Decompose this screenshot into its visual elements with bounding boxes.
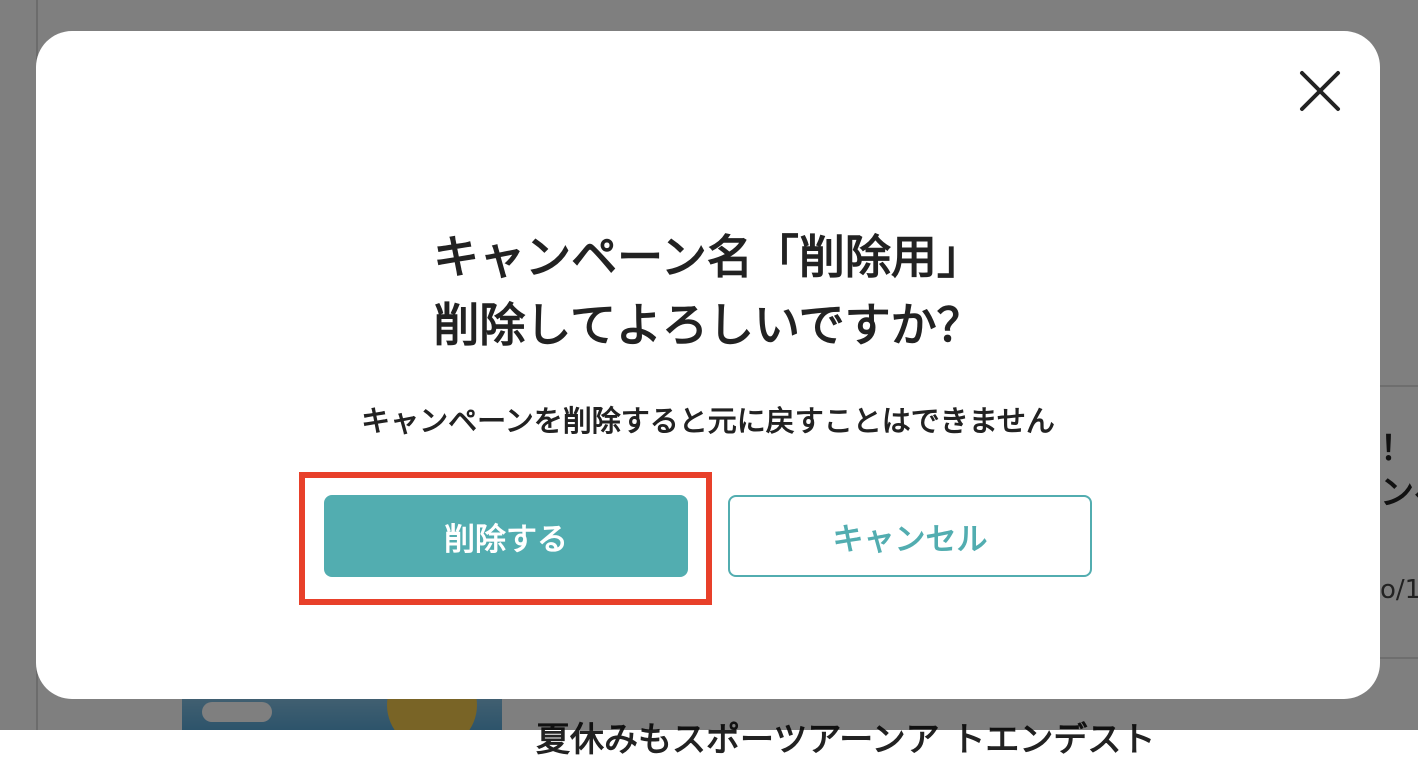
close-button[interactable]: [1298, 69, 1342, 113]
dialog-message: キャンペーンを削除すると元に戻すことはできません: [361, 404, 1055, 438]
close-icon: [1300, 71, 1340, 111]
delete-button[interactable]: 削除する: [324, 495, 688, 577]
dialog-title-line1: キャンペーン名「削除用」: [433, 230, 983, 284]
dialog-title: キャンペーン名「削除用」 削除してよろしいですか？: [36, 223, 1380, 359]
cancel-button[interactable]: キャンセル: [728, 495, 1092, 577]
dialog-title-line2: 削除してよろしいですか？: [433, 298, 983, 352]
delete-campaign-dialog: キャンペーン名「削除用」 削除してよろしいですか？ キャンペーンを削除すると元に…: [36, 31, 1380, 699]
